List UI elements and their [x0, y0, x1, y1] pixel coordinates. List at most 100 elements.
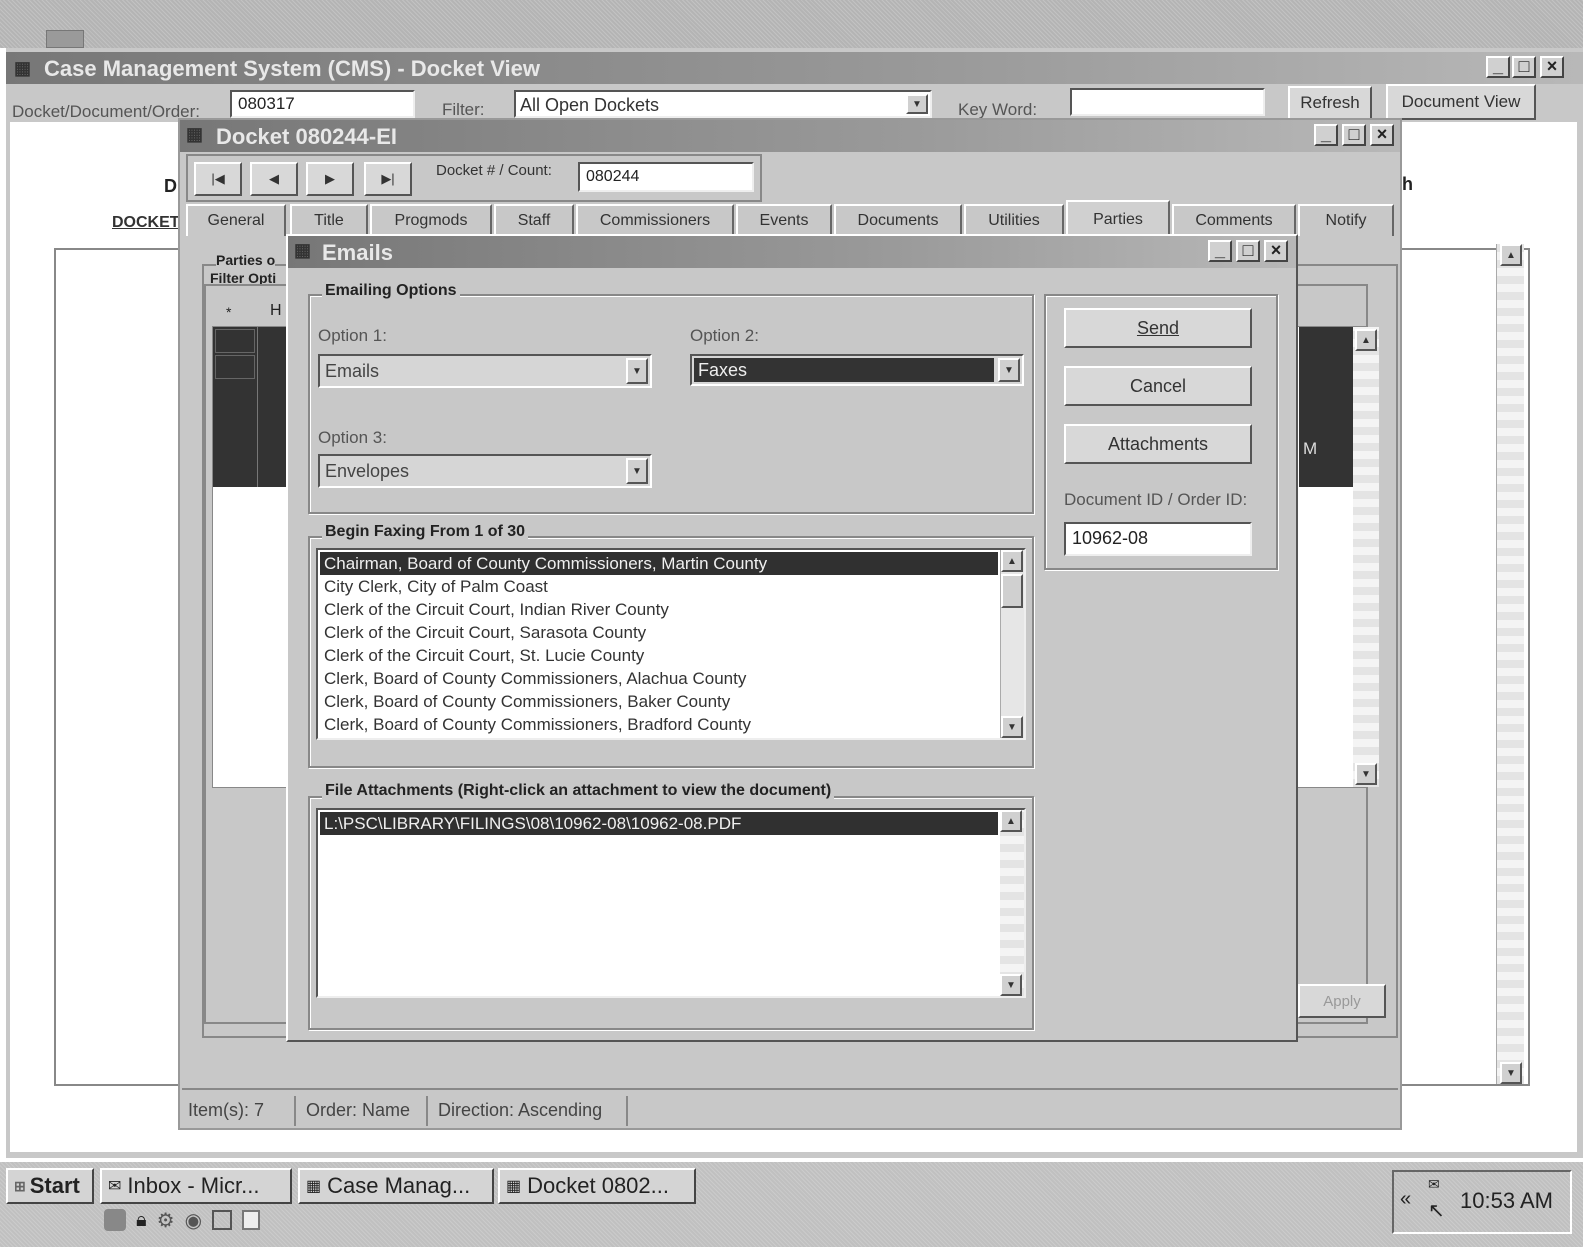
- option2-value: Faxes: [698, 360, 748, 380]
- send-button[interactable]: Send: [1064, 308, 1252, 348]
- chevron-down-icon[interactable]: ▼: [626, 358, 648, 384]
- docket-close-icon[interactable]: ×: [1370, 124, 1394, 146]
- taskbar-inbox-button[interactable]: ✉ Inbox - Micr...: [100, 1168, 292, 1204]
- attachments-button[interactable]: Attachments: [1064, 424, 1252, 464]
- desktop-icon[interactable]: [104, 1209, 126, 1231]
- emails-maximize-icon[interactable]: □: [1236, 240, 1260, 262]
- recipient-item[interactable]: Clerk, Board of County Commissioners, Al…: [320, 667, 998, 690]
- maximize-icon[interactable]: □: [1512, 56, 1536, 78]
- chevron-down-icon[interactable]: ▼: [998, 358, 1020, 382]
- tab-parties[interactable]: Parties: [1066, 200, 1170, 238]
- grid-header-h: H: [270, 302, 282, 319]
- start-button[interactable]: ⊞ Start: [6, 1168, 94, 1204]
- parties-group-label: Parties o: [216, 252, 276, 268]
- recipient-scrollbar[interactable]: ▲ ▼: [1000, 550, 1024, 738]
- cms-scrollbar[interactable]: ▲ ▼: [1496, 244, 1524, 1084]
- scroll-down-icon[interactable]: ▼: [1500, 1062, 1522, 1084]
- recipient-scroll-down-icon[interactable]: ▼: [1001, 716, 1023, 738]
- grid-col-divider: [257, 327, 258, 487]
- docket-titlebar[interactable]: ▦ Docket 080244-EI _ □ ×: [180, 120, 1400, 152]
- option3-select[interactable]: Envelopes ▼: [318, 454, 652, 488]
- keyword-input[interactable]: [1070, 88, 1265, 116]
- refresh-button[interactable]: Refresh: [1288, 86, 1372, 120]
- partial-heading-left: D: [164, 176, 177, 196]
- grid-right-cell-text: M: [1303, 439, 1318, 458]
- tab-utilities[interactable]: Utilities: [964, 204, 1064, 236]
- docket-status-bar: Item(s): 7 Order: Name Direction: Ascend…: [182, 1088, 1398, 1128]
- emails-close-icon[interactable]: ×: [1264, 240, 1288, 262]
- document-icon[interactable]: [242, 1210, 261, 1230]
- status-direction: Direction: Ascending: [438, 1096, 628, 1126]
- scroll-up-icon[interactable]: ▲: [1500, 244, 1522, 266]
- recipient-item[interactable]: Clerk of the Circuit Court, Sarasota Cou…: [320, 621, 998, 644]
- taskbar-docket-button[interactable]: ▦ Docket 0802...: [498, 1168, 696, 1204]
- tab-title[interactable]: Title: [290, 204, 368, 236]
- tray-expand-icon[interactable]: «: [1400, 1188, 1411, 1211]
- cms-titlebar[interactable]: ▦ Case Management System (CMS) - Docket …: [6, 52, 1583, 84]
- recipient-items: Chairman, Board of County Commissioners,…: [320, 552, 998, 736]
- apply-button[interactable]: Apply: [1298, 984, 1386, 1018]
- recipient-item[interactable]: Chairman, Board of County Commissioners,…: [320, 552, 998, 575]
- tab-comments[interactable]: Comments: [1172, 204, 1296, 236]
- grid-scroll-up-icon[interactable]: ▲: [1355, 329, 1377, 351]
- recipient-list[interactable]: Chairman, Board of County Commissioners,…: [316, 548, 1026, 740]
- browser-icon[interactable]: ◉: [185, 1208, 202, 1233]
- grid-scrollbar[interactable]: ▲ ▼: [1353, 327, 1379, 787]
- tab-staff[interactable]: Staff: [494, 204, 574, 236]
- doc-id-label: Document ID / Order ID:: [1064, 490, 1248, 509]
- partial-heading-right: h: [1402, 174, 1413, 194]
- lock-icon[interactable]: 🔒︎: [136, 1209, 147, 1232]
- tab-progmods[interactable]: Progmods: [370, 204, 492, 236]
- last-record-icon[interactable]: ▶|: [364, 162, 412, 196]
- tab-notify[interactable]: Notify: [1298, 204, 1394, 236]
- chevron-down-icon[interactable]: ▼: [906, 94, 928, 114]
- document-view-button[interactable]: Document View: [1386, 84, 1536, 120]
- attachment-list[interactable]: L:\PSC\LIBRARY\FILINGS\08\10962-08\10962…: [316, 808, 1026, 998]
- grid-scroll-down-icon[interactable]: ▼: [1355, 763, 1377, 785]
- option2-select[interactable]: Faxes ▼: [690, 354, 1024, 386]
- close-icon[interactable]: ×: [1540, 56, 1564, 78]
- tab-documents[interactable]: Documents: [834, 204, 962, 236]
- attachment-scroll-down-icon[interactable]: ▼: [1000, 974, 1022, 996]
- docket-maximize-icon[interactable]: □: [1342, 124, 1366, 146]
- cancel-button[interactable]: Cancel: [1064, 366, 1252, 406]
- recipient-item[interactable]: Clerk, Board of County Commissioners, Br…: [320, 713, 998, 736]
- network-icon[interactable]: ⚙: [157, 1208, 175, 1233]
- emails-minimize-icon[interactable]: _: [1208, 240, 1232, 262]
- chevron-down-icon[interactable]: ▼: [626, 458, 648, 484]
- recipient-scroll-up-icon[interactable]: ▲: [1001, 550, 1023, 572]
- attachment-scrollbar[interactable]: ▲ ▼: [1000, 810, 1024, 996]
- docket-count-input[interactable]: 080244: [578, 162, 754, 192]
- system-tray: « ✉ ↖ 10:53 AM: [1392, 1170, 1572, 1234]
- filter-select[interactable]: All Open Dockets ▼: [514, 90, 932, 118]
- docket-minimize-icon[interactable]: _: [1314, 124, 1338, 146]
- notes-icon[interactable]: [212, 1210, 233, 1230]
- docket-doc-order-input[interactable]: 080317: [230, 90, 415, 118]
- clock[interactable]: 10:53 AM: [1460, 1188, 1553, 1214]
- attachment-item[interactable]: L:\PSC\LIBRARY\FILINGS\08\10962-08\10962…: [320, 812, 998, 835]
- tab-general[interactable]: General: [186, 204, 286, 236]
- emails-dialog: ▦ Emails _ □ × Emailing Options Option 1…: [286, 234, 1298, 1042]
- envelope-icon[interactable]: ✉: [1428, 1176, 1440, 1193]
- recipient-item[interactable]: Clerk of the Circuit Court, Indian River…: [320, 598, 998, 621]
- docket-tab-link[interactable]: DOCKET: [112, 214, 180, 232]
- taskbar-case-button[interactable]: ▦ Case Manag...: [298, 1168, 494, 1204]
- recipient-item[interactable]: City Clerk, City of Palm Coast: [320, 575, 998, 598]
- doc-id-input[interactable]: 10962-08: [1064, 522, 1252, 556]
- first-record-icon[interactable]: |◀: [194, 162, 242, 196]
- recipient-scroll-thumb[interactable]: [1001, 574, 1023, 608]
- tab-events[interactable]: Events: [736, 204, 832, 236]
- docket-count-label: Docket # / Count:: [436, 162, 552, 179]
- attachment-scroll-up-icon[interactable]: ▲: [1000, 810, 1022, 832]
- tab-commissioners[interactable]: Commissioners: [576, 204, 734, 236]
- recipient-item[interactable]: Clerk, Board of County Commissioners, Ba…: [320, 690, 998, 713]
- next-record-icon[interactable]: ▶: [306, 162, 354, 196]
- desktop-icon: [46, 30, 84, 48]
- minimize-icon[interactable]: _: [1486, 56, 1510, 78]
- taskbar-case-label: Case Manag...: [327, 1173, 471, 1198]
- prev-record-icon[interactable]: ◀: [250, 162, 298, 196]
- recipient-item[interactable]: Clerk of the Circuit Court, St. Lucie Co…: [320, 644, 998, 667]
- emails-titlebar[interactable]: ▦ Emails _ □ ×: [288, 236, 1296, 268]
- option1-select[interactable]: Emails ▼: [318, 354, 652, 388]
- option3-label: Option 3:: [318, 428, 387, 447]
